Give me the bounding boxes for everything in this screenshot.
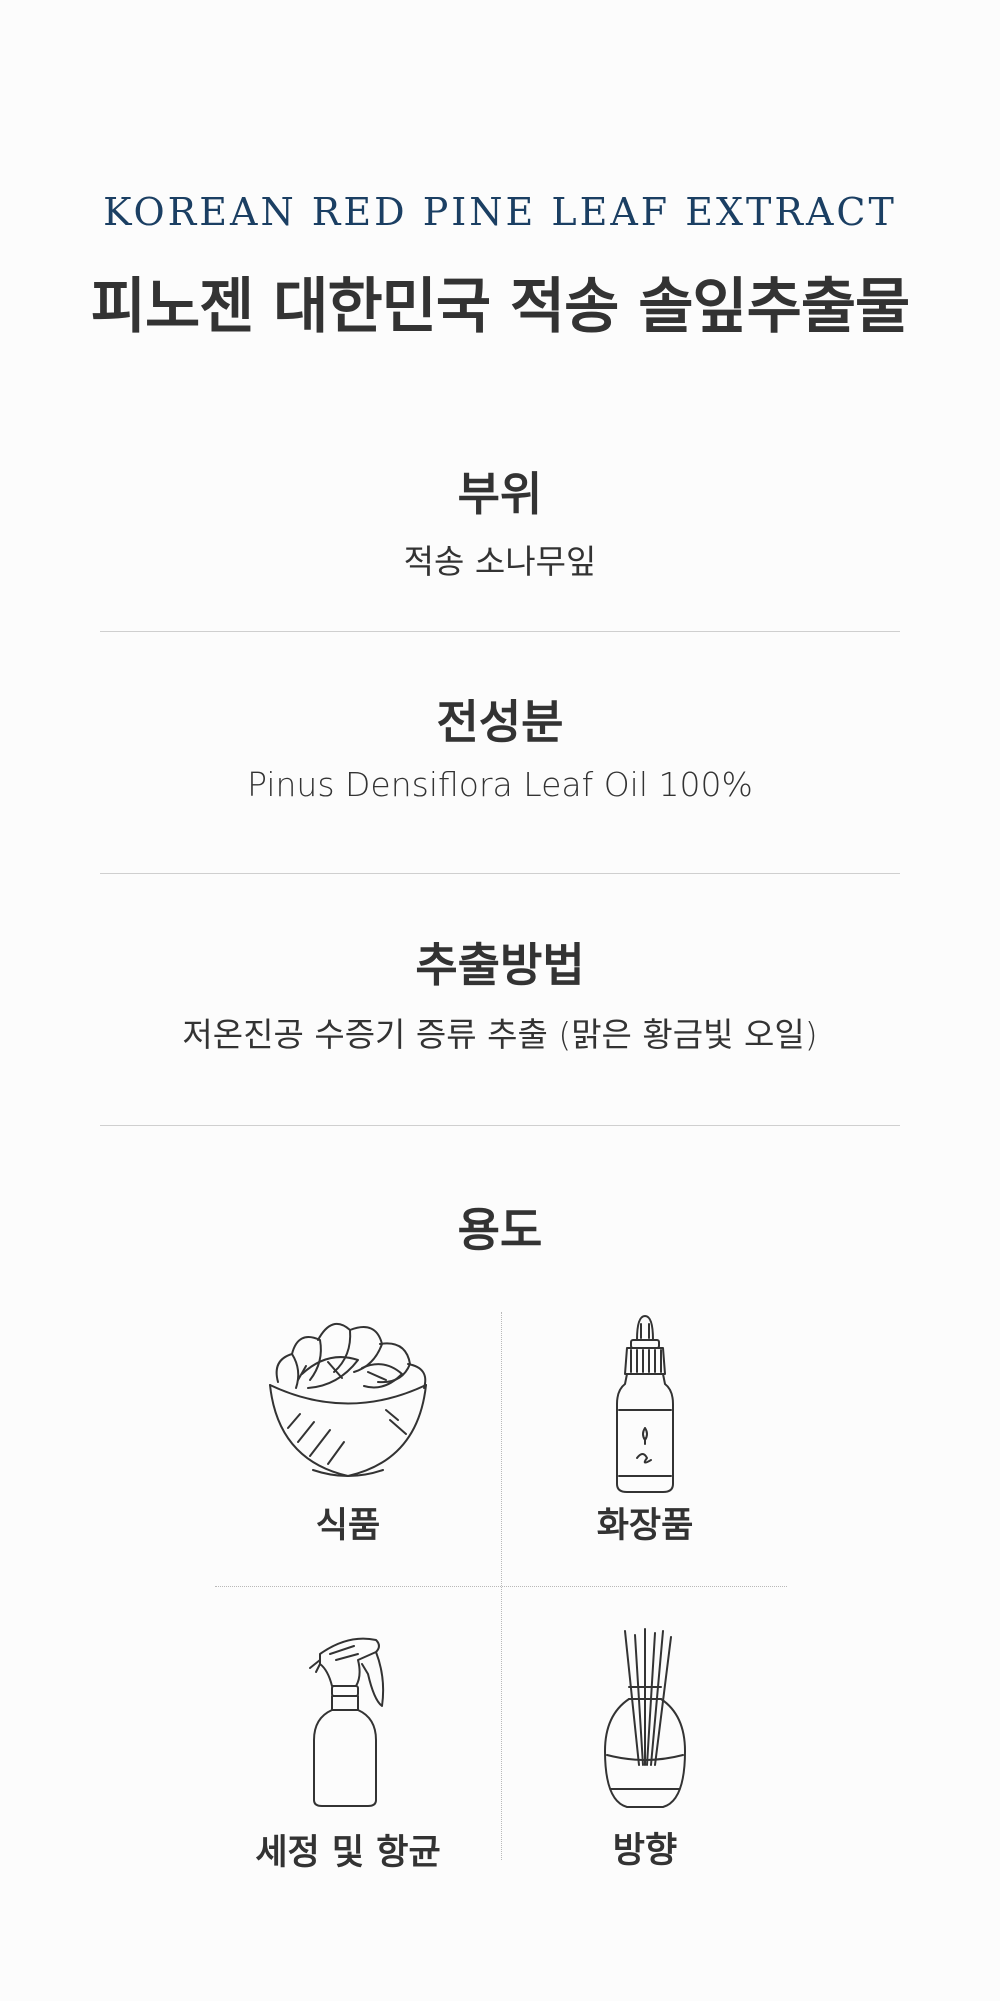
divider	[100, 873, 900, 874]
use-label-cosmetics: 화장품	[596, 1506, 694, 1546]
use-label-cleaning: 세정 및 항균	[255, 1833, 441, 1873]
use-item-fragrance: 방향	[495, 1625, 795, 1873]
divider	[100, 1125, 900, 1126]
extraction-value: 저온진공 수증기 증류 추출 (맑은 황금빛 오일)	[182, 1015, 818, 1054]
salad-bowl-icon	[269, 1322, 427, 1477]
use-item-food: 식품	[198, 1310, 498, 1548]
spray-bottle-icon	[309, 1637, 385, 1807]
ingredients-heading: 전성분	[436, 695, 564, 749]
page-title: 피노젠 대한민국 적송 솔잎추출물	[90, 272, 910, 342]
use-item-cleaning: 세정 및 항균	[198, 1630, 498, 1875]
use-item-cosmetics: 화장품	[495, 1310, 795, 1548]
part-value: 적송 소나무잎	[403, 542, 597, 581]
part-heading: 부위	[457, 467, 543, 521]
product-eyebrow: KOREAN RED PINE LEAF EXTRACT	[103, 190, 897, 234]
use-label-food: 식품	[315, 1506, 381, 1546]
use-label-fragrance: 방향	[612, 1831, 678, 1871]
reed-diffuser-icon	[604, 1628, 686, 1808]
dropper-bottle-icon	[616, 1315, 674, 1493]
extraction-heading: 추출방법	[415, 938, 585, 992]
ingredients-value: Pinus Densiflora Leaf Oil 100%	[247, 765, 753, 804]
product-info-page: KOREAN RED PINE LEAF EXTRACT 피노젠 대한민국 적송…	[0, 0, 1000, 2001]
uses-grid-horizontal-line	[215, 1586, 787, 1587]
divider	[100, 631, 900, 632]
uses-heading: 용도	[457, 1203, 543, 1257]
